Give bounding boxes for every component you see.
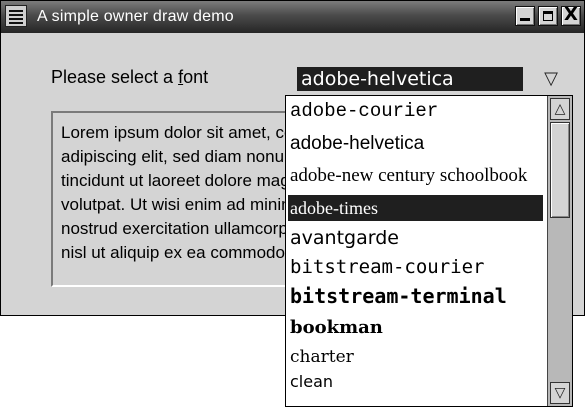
font-option-bitstream-courier[interactable]: bitstream-courier bbox=[288, 256, 543, 284]
font-option-adobe-times[interactable]: adobe-times bbox=[288, 195, 543, 221]
close-button[interactable]: X bbox=[561, 4, 581, 26]
font-prompt-text: Please select a bbox=[51, 67, 179, 87]
dropdown-scrollbar[interactable]: △ ▽ bbox=[547, 96, 572, 406]
font-option-bookman[interactable]: bookman bbox=[288, 317, 543, 345]
font-option-adobe-helvetica[interactable]: adobe-helvetica bbox=[288, 133, 543, 161]
minimize-button[interactable] bbox=[515, 6, 535, 26]
scroll-up-icon[interactable]: △ bbox=[550, 98, 570, 120]
font-option-charter[interactable]: charter bbox=[288, 347, 543, 373]
font-option-bitstream-terminal[interactable]: bitstream-terminal bbox=[288, 284, 543, 314]
font-dropdown-list[interactable]: adobe-courier adobe-helvetica adobe-new … bbox=[285, 95, 573, 407]
font-option-avantgarde[interactable]: avantgarde bbox=[288, 227, 543, 255]
font-combobox[interactable]: adobe-helvetica ▽ bbox=[293, 64, 571, 94]
chevron-down-icon[interactable]: ▽ bbox=[539, 66, 563, 92]
font-combobox-value[interactable]: adobe-helvetica bbox=[297, 67, 523, 91]
title-bar[interactable]: A simple owner draw demo X bbox=[1, 1, 584, 33]
window-title: A simple owner draw demo bbox=[37, 8, 234, 25]
font-option-adobe-new-century-schoolbook[interactable]: adobe-new century schoolbook bbox=[288, 165, 543, 193]
font-prompt-label: Please select a font bbox=[51, 67, 208, 88]
font-prompt-suffix: ont bbox=[183, 67, 209, 87]
scroll-down-icon[interactable]: ▽ bbox=[550, 382, 570, 404]
font-option-clean[interactable]: clean bbox=[288, 372, 543, 396]
maximize-button[interactable] bbox=[538, 6, 558, 26]
window-menu-icon[interactable] bbox=[5, 5, 27, 27]
close-icon: X bbox=[564, 4, 578, 25]
scrollbar-thumb[interactable] bbox=[550, 122, 570, 218]
font-option-adobe-courier[interactable]: adobe-courier bbox=[288, 100, 543, 128]
